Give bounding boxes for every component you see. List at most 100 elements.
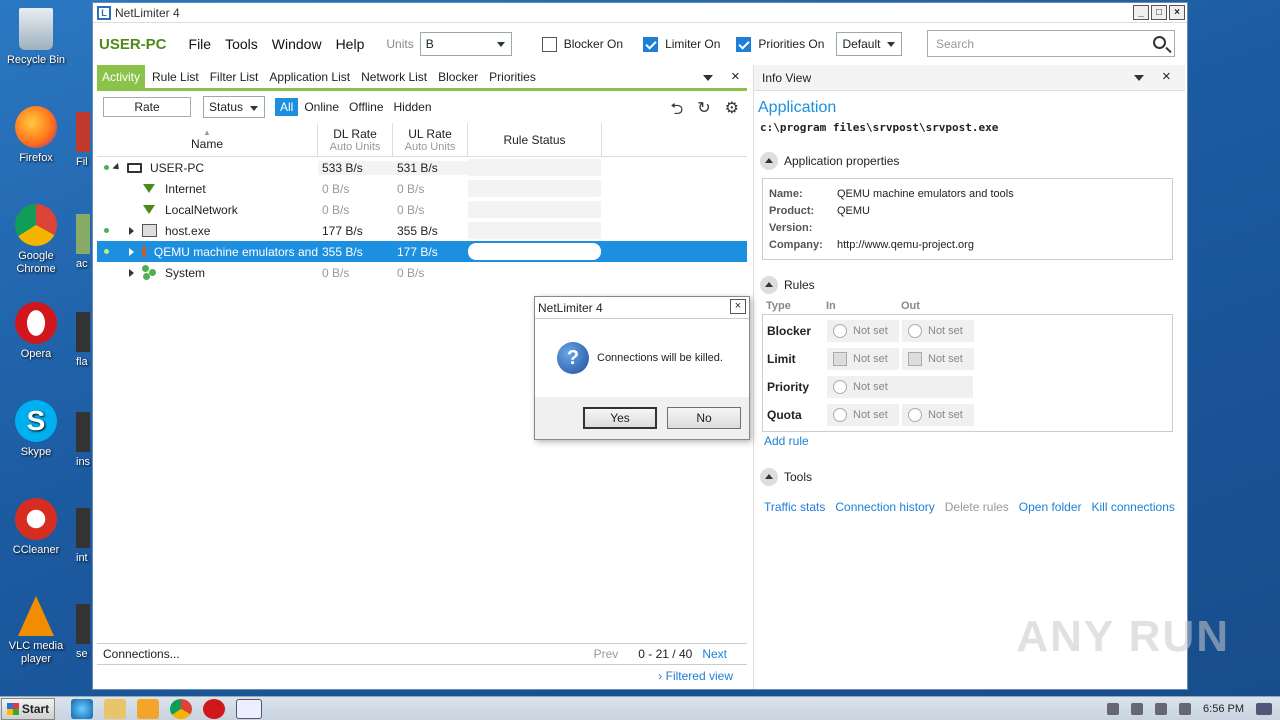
rule-out-button[interactable]: Not set bbox=[902, 404, 974, 426]
rule-in-button[interactable]: Not set bbox=[827, 320, 899, 342]
desktop-icon-skype[interactable]: S Skype bbox=[4, 400, 68, 459]
rate-button[interactable]: Rate bbox=[103, 97, 191, 117]
menu-help[interactable]: Help bbox=[336, 36, 365, 52]
close-button[interactable]: × bbox=[1169, 5, 1185, 20]
tab-filter-list[interactable]: Filter List bbox=[206, 65, 263, 88]
chevron-down-icon[interactable] bbox=[703, 75, 713, 81]
table-row[interactable]: host.exe 177 B/s 355 B/s bbox=[97, 220, 747, 241]
partial-desktop-icon[interactable]: ins bbox=[76, 412, 92, 468]
ie-icon[interactable] bbox=[71, 698, 93, 719]
search-input[interactable]: Search bbox=[927, 30, 1175, 57]
table-row[interactable]: System 0 B/s 0 B/s bbox=[97, 262, 747, 283]
collapse-icon[interactable] bbox=[112, 162, 122, 173]
desktop-icon-ccleaner[interactable]: CCleaner bbox=[4, 498, 68, 557]
desktop-icon-chrome[interactable]: Google Chrome bbox=[4, 204, 68, 276]
expand-icon[interactable] bbox=[129, 268, 134, 277]
filter-hidden[interactable]: Hidden bbox=[394, 100, 432, 114]
traffic-stats-link[interactable]: Traffic stats bbox=[764, 500, 825, 514]
units-select[interactable]: B bbox=[419, 32, 512, 56]
netlimiter-taskbar-icon[interactable] bbox=[236, 698, 262, 719]
section-rules[interactable]: Rules bbox=[760, 276, 1185, 294]
no-button[interactable]: No bbox=[667, 407, 741, 429]
network-icon[interactable] bbox=[1155, 702, 1168, 715]
rule-in-button[interactable]: Not set bbox=[827, 348, 899, 370]
tab-blocker[interactable]: Blocker bbox=[434, 65, 482, 88]
flag-icon[interactable] bbox=[1179, 702, 1192, 715]
desktop-icon-firefox[interactable]: Firefox bbox=[4, 106, 68, 165]
menu-window[interactable]: Window bbox=[272, 36, 322, 52]
partial-desktop-icon[interactable]: Fil bbox=[76, 112, 92, 168]
limiter-toggle[interactable]: Limiter On bbox=[643, 36, 720, 52]
rule-out-button[interactable]: Not set bbox=[902, 320, 974, 342]
clock[interactable]: 6:56 PM bbox=[1203, 703, 1244, 715]
close-icon[interactable]: × bbox=[731, 69, 740, 84]
undo-icon[interactable]: ⮌ bbox=[670, 98, 683, 125]
expand-icon[interactable] bbox=[129, 247, 134, 256]
column-dl-rate[interactable]: DL Rate Auto Units bbox=[318, 123, 393, 156]
tray-arrow-icon[interactable] bbox=[1107, 702, 1120, 715]
connections-link[interactable]: Connections... bbox=[103, 647, 180, 661]
filter-offline[interactable]: Offline bbox=[349, 100, 383, 114]
filtered-view-link[interactable]: › Filtered view bbox=[658, 669, 733, 683]
connection-history-link[interactable]: Connection history bbox=[835, 500, 934, 514]
filter-online[interactable]: Online bbox=[304, 100, 339, 114]
partial-desktop-icon[interactable]: se bbox=[76, 604, 92, 660]
explorer-icon[interactable] bbox=[104, 698, 126, 719]
table-row[interactable]: Internet 0 B/s 0 B/s bbox=[97, 178, 747, 199]
menu-file[interactable]: File bbox=[189, 36, 212, 52]
desktop-icon-opera[interactable]: Opera bbox=[4, 302, 68, 361]
dialog-close-button[interactable]: × bbox=[730, 299, 746, 314]
prev-button[interactable]: Prev bbox=[594, 647, 619, 661]
expand-icon[interactable] bbox=[129, 226, 134, 235]
add-rule-link[interactable]: Add rule bbox=[764, 434, 1185, 448]
tab-application-list[interactable]: Application List bbox=[265, 65, 354, 88]
menu-tools[interactable]: Tools bbox=[225, 36, 258, 52]
yes-button[interactable]: Yes bbox=[583, 407, 657, 429]
minimize-button[interactable]: _ bbox=[1133, 5, 1149, 20]
column-ul-rate[interactable]: UL Rate Auto Units bbox=[393, 123, 468, 156]
open-folder-link[interactable]: Open folder bbox=[1019, 500, 1082, 514]
rule-out-button[interactable]: Not set bbox=[902, 348, 974, 370]
status-select[interactable]: Status bbox=[203, 96, 265, 118]
close-icon[interactable]: × bbox=[1162, 69, 1171, 84]
section-application-properties[interactable]: Application properties bbox=[760, 152, 1185, 170]
column-rule-status[interactable]: Rule Status bbox=[468, 123, 602, 156]
partial-desktop-icon[interactable]: fla bbox=[76, 312, 92, 368]
tab-network-list[interactable]: Network List bbox=[357, 65, 431, 88]
tab-activity[interactable]: Activity bbox=[97, 65, 146, 88]
opera-icon[interactable] bbox=[203, 698, 225, 719]
start-button[interactable]: Start bbox=[1, 697, 55, 720]
chevron-down-icon[interactable] bbox=[1134, 75, 1144, 81]
gear-icon[interactable]: ⚙ bbox=[725, 98, 739, 125]
partial-desktop-icon[interactable]: ac bbox=[76, 214, 92, 270]
table-row[interactable]: LocalNetwork 0 B/s 0 B/s bbox=[97, 199, 747, 220]
show-desktop-icon[interactable] bbox=[1256, 702, 1272, 715]
desktop-icon-vlc[interactable]: VLC media player bbox=[4, 596, 68, 666]
table-row-selected[interactable]: QEMU machine emulators and 355 B/s 177 B… bbox=[97, 241, 747, 262]
partial-desktop-icon[interactable]: int bbox=[76, 508, 92, 564]
search-icon[interactable] bbox=[1153, 36, 1166, 49]
section-tools[interactable]: Tools bbox=[760, 468, 1185, 486]
profile-select[interactable]: Default bbox=[836, 32, 903, 56]
tab-priorities[interactable]: Priorities bbox=[485, 65, 540, 88]
kill-connections-link[interactable]: Kill connections bbox=[1092, 500, 1175, 514]
desktop-icon-recycle-bin[interactable]: Recycle Bin bbox=[4, 8, 68, 67]
media-player-icon[interactable] bbox=[137, 698, 159, 719]
title-bar[interactable]: L NetLimiter 4 _ □ × bbox=[93, 3, 1187, 23]
priorities-toggle[interactable]: Priorities On bbox=[736, 36, 824, 52]
blocker-toggle[interactable]: Blocker On bbox=[541, 36, 623, 52]
next-button[interactable]: Next bbox=[702, 647, 727, 661]
column-name[interactable]: ▲ Name bbox=[97, 123, 318, 156]
dialog-title-bar[interactable]: NetLimiter 4 × bbox=[535, 297, 749, 319]
rule-in-button[interactable]: Not set bbox=[827, 404, 899, 426]
rule-in-button[interactable]: Not set bbox=[827, 376, 973, 398]
maximize-button[interactable]: □ bbox=[1151, 5, 1167, 20]
refresh-icon[interactable]: ↻ bbox=[697, 98, 710, 125]
table-row[interactable]: USER-PC 533 B/s 531 B/s bbox=[97, 157, 747, 178]
speaker-icon[interactable] bbox=[1131, 702, 1144, 715]
partial-icon-label: ins bbox=[76, 456, 91, 468]
section-title: Application properties bbox=[784, 154, 900, 168]
filter-all[interactable]: All bbox=[275, 98, 299, 116]
chrome-icon[interactable] bbox=[170, 698, 192, 719]
tab-rule-list[interactable]: Rule List bbox=[148, 65, 203, 88]
